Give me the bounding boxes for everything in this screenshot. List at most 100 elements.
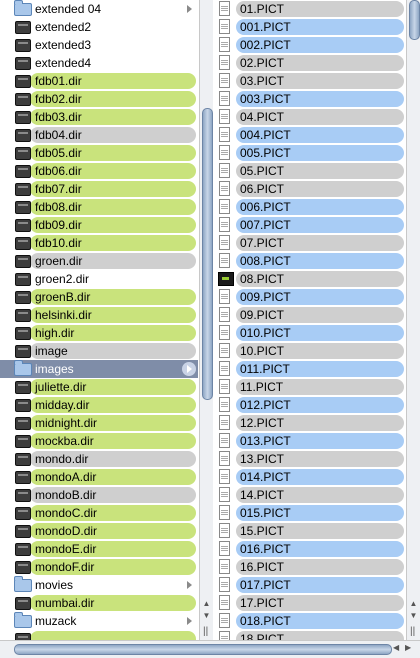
- file-list-item[interactable]: 017.PICT: [214, 576, 406, 594]
- folder-list-item[interactable]: fdb02.dir: [0, 90, 198, 108]
- file-list-item[interactable]: 015.PICT: [214, 504, 406, 522]
- item-name: 02.PICT: [240, 56, 285, 70]
- file-list-item[interactable]: 02.PICT: [214, 54, 406, 72]
- browser-column-2[interactable]: 01.PICT 001.PICT 002.PICT 02.PICT 03.PICT 003…: [214, 0, 406, 640]
- column-2-scroll-thumb[interactable]: [409, 0, 420, 40]
- file-list-item[interactable]: 001.PICT: [214, 18, 406, 36]
- file-list-item[interactable]: 12.PICT: [214, 414, 406, 432]
- item-name: 017.PICT: [240, 578, 291, 592]
- folder-list-item[interactable]: fdb01.dir: [0, 72, 198, 90]
- file-list-item[interactable]: 011.PICT: [214, 360, 406, 378]
- folder-list-item[interactable]: fdb10.dir: [0, 234, 198, 252]
- folder-list-item[interactable]: midday.dir: [0, 396, 198, 414]
- file-list-item[interactable]: 018.PICT: [214, 612, 406, 630]
- folder-list-item[interactable]: mondoB.dir: [0, 486, 198, 504]
- column-1-scroll-down-arrow[interactable]: ▼: [200, 610, 213, 622]
- file-list-item[interactable]: 014.PICT: [214, 468, 406, 486]
- document-icon: [219, 577, 230, 592]
- folder-list-item[interactable]: mumbai.dir: [0, 594, 198, 612]
- folder-list-item[interactable]: groenB.dir: [0, 288, 198, 306]
- file-list-item[interactable]: 15.PICT: [214, 522, 406, 540]
- folder-list-item[interactable]: fdb07.dir: [0, 180, 198, 198]
- folder-list-item[interactable]: mockba.dir: [0, 432, 198, 450]
- folder-list-item[interactable]: image: [0, 342, 198, 360]
- file-list-item[interactable]: 01.PICT: [214, 0, 406, 18]
- file-icon: [15, 561, 31, 574]
- file-list-item[interactable]: 008.PICT: [214, 252, 406, 270]
- folder-list-item[interactable]: fdb06.dir: [0, 162, 198, 180]
- folder-list-item[interactable]: mondoD.dir: [0, 522, 198, 540]
- file-icon: [15, 273, 31, 286]
- file-list-item[interactable]: 06.PICT: [214, 180, 406, 198]
- item-name: mondoD.dir: [35, 524, 98, 538]
- scroll-left-arrow[interactable]: ◀: [393, 643, 399, 652]
- folder-list-item[interactable]: fdb04.dir: [0, 126, 198, 144]
- file-list-item[interactable]: 007.PICT: [214, 216, 406, 234]
- file-list-item[interactable]: 016.PICT: [214, 540, 406, 558]
- folder-list-item[interactable]: mondoE.dir: [0, 540, 198, 558]
- file-list-item[interactable]: 07.PICT: [214, 234, 406, 252]
- folder-list-item[interactable]: high.dir: [0, 324, 198, 342]
- file-list-item[interactable]: 005.PICT: [214, 144, 406, 162]
- browser-column-1[interactable]: extended 04 extended2 extended3 extended4 fd…: [0, 0, 198, 640]
- item-name: 14.PICT: [240, 488, 285, 502]
- folder-list-item[interactable]: mondoC.dir: [0, 504, 198, 522]
- file-list-item[interactable]: 003.PICT: [214, 90, 406, 108]
- folder-list-item[interactable]: extended3: [0, 36, 198, 54]
- folder-list-item[interactable]: extended 04: [0, 0, 198, 18]
- document-icon: [219, 433, 230, 448]
- folder-list-item[interactable]: fdb08.dir: [0, 198, 198, 216]
- horizontal-scrollbar[interactable]: ◀ ▶: [0, 640, 420, 658]
- folder-list-item[interactable]: mondo.dir: [0, 450, 198, 468]
- file-list-item[interactable]: 05.PICT: [214, 162, 406, 180]
- file-list-item[interactable]: 009.PICT: [214, 288, 406, 306]
- file-list-item[interactable]: 17.PICT: [214, 594, 406, 612]
- folder-list-item[interactable]: extended4: [0, 54, 198, 72]
- file-list-item[interactable]: 04.PICT: [214, 108, 406, 126]
- file-list-item[interactable]: 013.PICT: [214, 432, 406, 450]
- folder-list-item[interactable]: midnight.dir: [0, 414, 198, 432]
- column-1-scrollbar[interactable]: ▲ ▼ ||: [199, 0, 213, 640]
- file-list-item[interactable]: 010.PICT: [214, 324, 406, 342]
- document-icon: [219, 55, 230, 70]
- column-2-scroll-up-arrow[interactable]: ▲: [407, 598, 420, 610]
- folder-list-item[interactable]: fdb05.dir: [0, 144, 198, 162]
- file-list-item[interactable]: 002.PICT: [214, 36, 406, 54]
- file-list-item[interactable]: 11.PICT: [214, 378, 406, 396]
- file-list-item[interactable]: 03.PICT: [214, 72, 406, 90]
- folder-list-item[interactable]: muzack: [0, 612, 198, 630]
- folder-list-item[interactable]: images: [0, 360, 198, 378]
- file-list-item[interactable]: 14.PICT: [214, 486, 406, 504]
- folder-list-item[interactable]: extended2: [0, 18, 198, 36]
- column-2-scroll-down-arrow[interactable]: ▼: [407, 610, 420, 622]
- column-1-resize-handle[interactable]: ||: [203, 626, 208, 637]
- horizontal-scroll-thumb[interactable]: [14, 644, 392, 655]
- column-2-resize-handle[interactable]: ||: [410, 626, 415, 637]
- folder-list-item[interactable]: groen.dir: [0, 252, 198, 270]
- folder-list-item[interactable]: mondoF.dir: [0, 558, 198, 576]
- file-list-item[interactable]: 13.PICT: [214, 450, 406, 468]
- file-list-item[interactable]: 004.PICT: [214, 126, 406, 144]
- folder-list-item[interactable]: juliette.dir: [0, 378, 198, 396]
- column-2-scrollbar[interactable]: ▲ ▼ ||: [406, 0, 420, 640]
- folder-list-item[interactable]: movies: [0, 576, 198, 594]
- item-name: 016.PICT: [240, 542, 291, 556]
- file-list-item[interactable]: 08.PICT: [214, 270, 406, 288]
- file-list-item[interactable]: 10.PICT: [214, 342, 406, 360]
- file-list-item[interactable]: 16.PICT: [214, 558, 406, 576]
- file-list-item[interactable]: 18.PICT: [214, 630, 406, 640]
- scroll-right-arrow[interactable]: ▶: [405, 643, 411, 652]
- column-1-scroll-thumb[interactable]: [202, 108, 213, 400]
- file-list-item[interactable]: 09.PICT: [214, 306, 406, 324]
- item-name: juliette.dir: [35, 380, 87, 394]
- folder-list-item[interactable]: groen2.dir: [0, 270, 198, 288]
- item-name: mondoE.dir: [35, 542, 97, 556]
- file-list-item[interactable]: 012.PICT: [214, 396, 406, 414]
- folder-list-item[interactable]: [0, 630, 198, 640]
- folder-list-item[interactable]: fdb09.dir: [0, 216, 198, 234]
- column-1-scroll-up-arrow[interactable]: ▲: [200, 598, 213, 610]
- file-list-item[interactable]: 006.PICT: [214, 198, 406, 216]
- folder-list-item[interactable]: helsinki.dir: [0, 306, 198, 324]
- folder-list-item[interactable]: fdb03.dir: [0, 108, 198, 126]
- folder-list-item[interactable]: mondoA.dir: [0, 468, 198, 486]
